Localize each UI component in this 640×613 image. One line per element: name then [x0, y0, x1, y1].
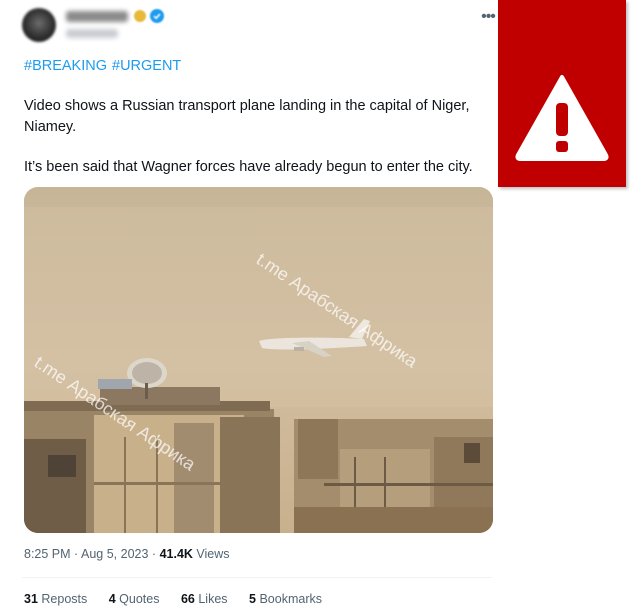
gold-badge-icon [134, 10, 146, 22]
video-frame [24, 187, 493, 533]
avatar[interactable] [22, 8, 56, 42]
engagement-stats: 31 Reposts 4 Quotes 66 Likes 5 Bookmarks [24, 592, 340, 606]
hashtags: #BREAKING #URGENT [24, 58, 186, 74]
quotes-label: Quotes [119, 592, 160, 606]
quotes-link[interactable]: 4 Quotes [109, 592, 160, 606]
likes-count: 66 [180, 592, 195, 606]
tweet-meta: 8:25 PM · Aug 5, 2023 · 41.4K Views [24, 547, 230, 561]
likes-label: Likes [198, 592, 228, 606]
views-count: 41.4K [159, 547, 193, 561]
reposts-count: 31 [24, 592, 38, 606]
video-media[interactable]: t.me Арабская Африка t.me Арабская Африк… [24, 187, 493, 533]
reposts-link[interactable]: 31 Reposts [24, 592, 87, 606]
tweet-time[interactable]: 8:25 PM [24, 547, 71, 561]
likes-link[interactable]: 66 Likes [181, 592, 228, 606]
tweet-text-line1: Video shows a Russian transport plane la… [24, 98, 470, 135]
verified-icon [150, 9, 164, 23]
more-icon[interactable]: ••• [479, 8, 497, 26]
user-handle-blurred[interactable] [66, 29, 118, 38]
quotes-count: 4 [108, 592, 116, 606]
warning-icon [515, 75, 609, 161]
display-name-blurred[interactable] [66, 11, 128, 22]
bookmarks-count: 5 [249, 592, 256, 606]
divider [22, 577, 492, 578]
tweet-text-line2: It’s been said that Wagner forces have a… [24, 159, 473, 175]
reposts-label: Reposts [41, 592, 88, 606]
meta-separator: · [74, 547, 79, 561]
meta-separator: · [151, 547, 157, 561]
hashtag-breaking[interactable]: #BREAKING [24, 58, 107, 74]
tweet-card: ••• #BREAKING #URGENT Video shows a Russi… [0, 0, 500, 613]
warning-banner [498, 0, 626, 187]
bookmarks-label: Bookmarks [259, 592, 322, 606]
tweet-date[interactable]: Aug 5, 2023 [81, 547, 148, 561]
bookmarks-link[interactable]: 5 Bookmarks [249, 592, 322, 606]
views-label: Views [196, 547, 230, 561]
hashtag-urgent[interactable]: #URGENT [112, 58, 181, 74]
